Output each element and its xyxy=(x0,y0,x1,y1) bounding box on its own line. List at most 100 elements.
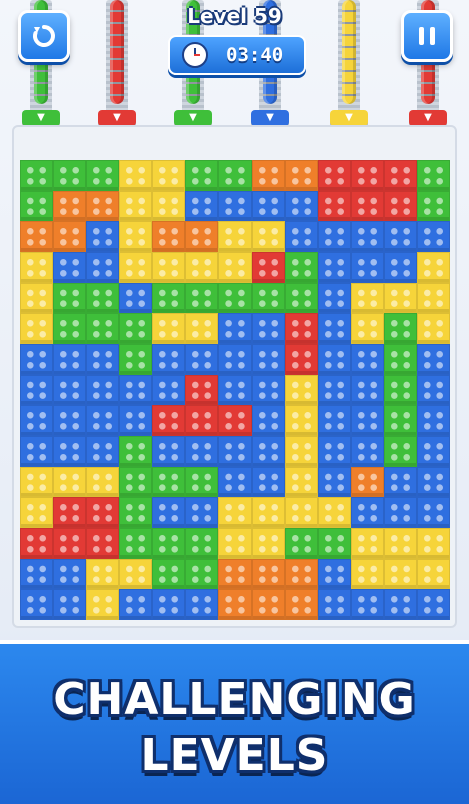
block-cell-blue[interactable] xyxy=(251,405,285,436)
block-cell-orange[interactable] xyxy=(185,221,219,252)
block-cell-blue[interactable] xyxy=(317,405,351,436)
block-cell-green[interactable] xyxy=(185,282,219,314)
block-cell-blue[interactable] xyxy=(86,374,120,406)
block-cell-yellow[interactable] xyxy=(416,252,450,283)
block-cell-blue[interactable] xyxy=(20,558,54,590)
block-cell-blue[interactable] xyxy=(350,436,384,467)
block-cell-green[interactable] xyxy=(284,528,318,559)
block-cell-yellow[interactable] xyxy=(350,282,384,314)
block-cell-green[interactable] xyxy=(53,282,87,314)
block-cell-blue[interactable] xyxy=(317,436,351,467)
block-cell-blue[interactable] xyxy=(251,190,285,222)
block-cell-blue[interactable] xyxy=(317,282,351,314)
block-cell-blue[interactable] xyxy=(53,558,87,590)
block-cell-blue[interactable] xyxy=(185,497,219,528)
block-cell-red[interactable] xyxy=(317,190,351,222)
block-cell-yellow[interactable] xyxy=(152,160,186,191)
block-cell-blue[interactable] xyxy=(53,589,87,620)
block-cell-yellow[interactable] xyxy=(350,313,384,344)
block-cell-blue[interactable] xyxy=(86,252,120,283)
block-cell-yellow[interactable] xyxy=(416,313,450,344)
block-cell-yellow[interactable] xyxy=(218,252,252,283)
block-cell-blue[interactable] xyxy=(119,589,153,620)
block-cell-green[interactable] xyxy=(20,160,54,191)
block-cell-red[interactable] xyxy=(86,528,120,559)
block-cell-blue[interactable] xyxy=(152,497,186,528)
block-cell-green[interactable] xyxy=(53,313,87,344)
block-cell-orange[interactable] xyxy=(152,221,186,252)
block-cell-yellow[interactable] xyxy=(53,466,87,498)
block-cell-green[interactable] xyxy=(383,313,417,344)
block-cell-blue[interactable] xyxy=(53,436,87,467)
block-cell-blue[interactable] xyxy=(20,344,54,375)
block-cell-orange[interactable] xyxy=(284,558,318,590)
block-cell-yellow[interactable] xyxy=(119,558,153,590)
block-cell-blue[interactable] xyxy=(317,558,351,590)
block-cell-blue[interactable] xyxy=(317,313,351,344)
rail-drop-tab-green[interactable]: ▼ xyxy=(22,110,60,126)
block-cell-yellow[interactable] xyxy=(152,190,186,222)
block-cell-blue[interactable] xyxy=(53,374,87,406)
block-cell-blue[interactable] xyxy=(86,344,120,375)
block-cell-green[interactable] xyxy=(119,313,153,344)
block-cell-yellow[interactable] xyxy=(20,466,54,498)
board-grid[interactable] xyxy=(20,160,450,620)
block-cell-red[interactable] xyxy=(53,497,87,528)
block-cell-yellow[interactable] xyxy=(218,497,252,528)
block-cell-blue[interactable] xyxy=(383,221,417,252)
block-cell-green[interactable] xyxy=(86,160,120,191)
block-cell-green[interactable] xyxy=(185,558,219,590)
block-cell-blue[interactable] xyxy=(317,344,351,375)
block-cell-green[interactable] xyxy=(383,374,417,406)
block-cell-red[interactable] xyxy=(86,497,120,528)
block-cell-yellow[interactable] xyxy=(119,160,153,191)
block-cell-blue[interactable] xyxy=(317,252,351,283)
block-cell-blue[interactable] xyxy=(284,190,318,222)
block-cell-yellow[interactable] xyxy=(251,221,285,252)
block-cell-blue[interactable] xyxy=(218,374,252,406)
block-cell-blue[interactable] xyxy=(119,282,153,314)
block-cell-yellow[interactable] xyxy=(185,252,219,283)
block-cell-blue[interactable] xyxy=(317,221,351,252)
block-cell-green[interactable] xyxy=(284,252,318,283)
block-cell-blue[interactable] xyxy=(20,589,54,620)
rail-drop-tab-green[interactable]: ▼ xyxy=(174,110,212,126)
block-cell-blue[interactable] xyxy=(350,589,384,620)
block-cell-orange[interactable] xyxy=(251,558,285,590)
block-cell-yellow[interactable] xyxy=(20,282,54,314)
block-cell-blue[interactable] xyxy=(350,374,384,406)
block-cell-red[interactable] xyxy=(350,190,384,222)
block-cell-green[interactable] xyxy=(119,344,153,375)
block-cell-blue[interactable] xyxy=(218,436,252,467)
block-cell-blue[interactable] xyxy=(416,374,450,406)
block-cell-red[interactable] xyxy=(185,374,219,406)
block-cell-blue[interactable] xyxy=(20,405,54,436)
block-cell-green[interactable] xyxy=(218,160,252,191)
block-cell-green[interactable] xyxy=(185,528,219,559)
rail-drop-tab-yellow[interactable]: ▼ xyxy=(330,110,368,126)
block-cell-red[interactable] xyxy=(383,160,417,191)
block-cell-red[interactable] xyxy=(350,160,384,191)
block-cell-blue[interactable] xyxy=(350,221,384,252)
block-cell-blue[interactable] xyxy=(416,497,450,528)
block-cell-orange[interactable] xyxy=(218,558,252,590)
block-cell-yellow[interactable] xyxy=(119,190,153,222)
block-cell-blue[interactable] xyxy=(152,436,186,467)
block-cell-blue[interactable] xyxy=(218,466,252,498)
block-cell-orange[interactable] xyxy=(218,589,252,620)
block-cell-blue[interactable] xyxy=(53,405,87,436)
block-cell-yellow[interactable] xyxy=(383,528,417,559)
block-cell-red[interactable] xyxy=(53,528,87,559)
block-cell-yellow[interactable] xyxy=(20,497,54,528)
block-cell-blue[interactable] xyxy=(350,497,384,528)
block-cell-blue[interactable] xyxy=(284,221,318,252)
block-cell-blue[interactable] xyxy=(86,221,120,252)
block-cell-blue[interactable] xyxy=(416,436,450,467)
block-cell-yellow[interactable] xyxy=(383,282,417,314)
block-cell-yellow[interactable] xyxy=(152,313,186,344)
block-cell-yellow[interactable] xyxy=(119,252,153,283)
block-cell-yellow[interactable] xyxy=(20,252,54,283)
block-cell-orange[interactable] xyxy=(350,466,384,498)
block-cell-green[interactable] xyxy=(119,466,153,498)
block-cell-yellow[interactable] xyxy=(218,528,252,559)
